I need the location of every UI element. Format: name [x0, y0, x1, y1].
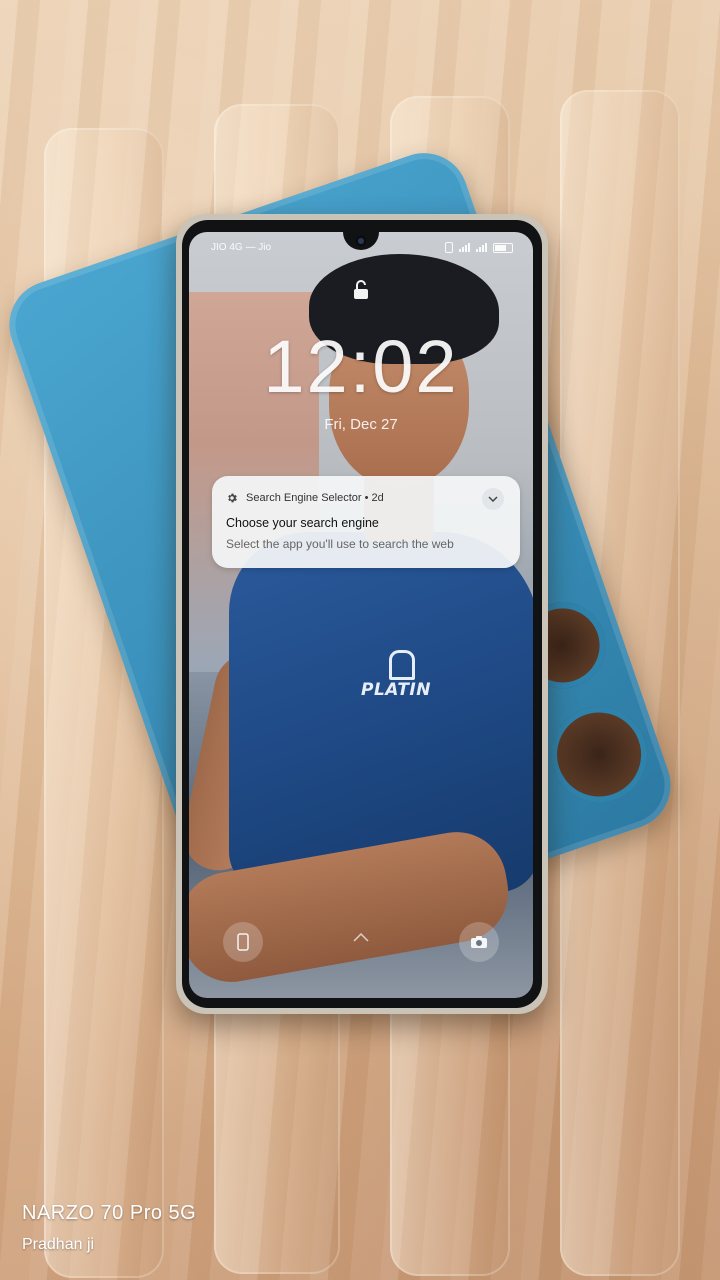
notification-expand-button[interactable]	[482, 488, 504, 510]
carrier-label: JIO 4G — Jio	[211, 242, 272, 253]
photo-watermark-model: NARZO 70 Pro 5G	[22, 1202, 197, 1224]
gear-icon	[228, 493, 237, 503]
notification-card[interactable]: Search Engine Selector • 2d Choose your …	[212, 476, 520, 568]
photo-watermark-author: Pradhan ji	[22, 1236, 95, 1253]
battery-icon	[493, 242, 513, 253]
phone: PLATIN JIO 4G — Jio 12:02 Fri, Dec 27 Se…	[176, 214, 548, 1014]
case-camera-hole	[538, 693, 661, 816]
lock-clock: 12:02	[263, 325, 459, 408]
unlock-icon	[354, 280, 368, 299]
camera-shortcut-button[interactable]	[459, 922, 499, 962]
vibrate-icon	[445, 242, 453, 253]
shirt-logo-icon	[389, 650, 415, 680]
lock-screen: PLATIN JIO 4G — Jio 12:02 Fri, Dec 27 Se…	[189, 232, 533, 998]
shirt-print: PLATIN	[361, 680, 431, 700]
signal-icon	[459, 243, 470, 252]
phone-device-icon	[237, 933, 249, 951]
chevron-down-icon	[488, 496, 498, 502]
swipe-up-icon	[353, 932, 369, 942]
lock-date: Fri, Dec 27	[324, 416, 398, 433]
notification-body: Select the app you'll use to search the …	[226, 537, 454, 551]
camera-icon	[471, 936, 487, 948]
signal-icon	[476, 243, 487, 252]
wallpaper-shirt	[229, 532, 533, 892]
status-bar: JIO 4G — Jio	[189, 240, 533, 258]
notification-app-name: Search Engine Selector • 2d	[246, 492, 384, 504]
phone-shortcut-button[interactable]	[223, 922, 263, 962]
notification-title: Choose your search engine	[226, 516, 379, 530]
notification-header: Search Engine Selector • 2d	[226, 492, 384, 504]
status-icons	[445, 242, 513, 253]
